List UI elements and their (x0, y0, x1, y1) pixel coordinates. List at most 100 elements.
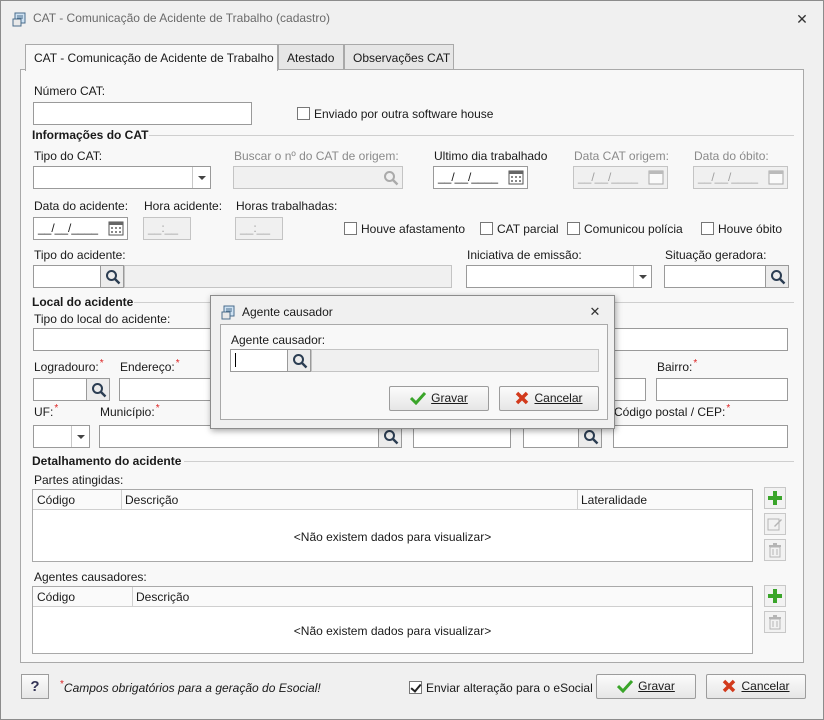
gravar-button[interactable]: Gravar (596, 674, 696, 699)
hora-acidente-value: __:__ (148, 221, 179, 235)
col-descricao[interactable]: Descrição (125, 493, 178, 507)
agentes-delete-button[interactable] (764, 611, 786, 633)
situacao-search-button[interactable] (765, 265, 789, 288)
tab-atestado[interactable]: Atestado (278, 44, 344, 70)
horas-trab-input[interactable]: __:__ (235, 217, 283, 240)
logradouro-code-input[interactable] (33, 378, 87, 401)
close-icon[interactable]: ✕ (794, 11, 810, 27)
data-origem-label: Data CAT origem: (574, 149, 669, 163)
close-icon[interactable]: ✕ (587, 304, 603, 320)
comunicou-policia-box[interactable] (567, 222, 580, 235)
col-descricao[interactable]: Descrição (136, 590, 189, 604)
partes-delete-button[interactable] (764, 539, 786, 561)
calendar-icon[interactable] (508, 169, 524, 185)
enviar-esocial-box[interactable] (409, 681, 422, 694)
tab-observacoes[interactable]: Observações CAT (344, 44, 454, 70)
help-button[interactable]: ? (21, 674, 49, 699)
enviado-checkbox-label: Enviado por outra software house (314, 107, 494, 121)
endereco-label-text: Endereço: (120, 360, 175, 374)
search-icon[interactable] (383, 170, 399, 186)
houve-afastamento-checkbox[interactable]: Houve afastamento (344, 222, 465, 236)
col-divider (121, 490, 122, 510)
iniciativa-select[interactable] (466, 265, 652, 288)
section-divider (184, 461, 794, 462)
agente-causador-code-input[interactable] (230, 349, 288, 372)
houve-obito-checkbox[interactable]: Houve óbito (701, 222, 782, 236)
agentes-empty-text: <Não existem dados para visualizar> (293, 624, 492, 638)
cat-window: CAT - Comunicação de Acidente de Trabalh… (0, 0, 824, 720)
window-title: CAT - Comunicação de Acidente de Trabalh… (33, 11, 331, 25)
comunicou-policia-label: Comunicou polícia (584, 222, 683, 236)
data-obito-input[interactable]: __/__/____ (693, 166, 788, 189)
data-origem-input[interactable]: __/__/____ (573, 166, 668, 189)
calendar-icon[interactable] (108, 220, 124, 236)
enviar-esocial-checkbox[interactable]: Enviar alteração para o eSocial (409, 681, 593, 695)
hora-acidente-input[interactable]: __:__ (143, 217, 191, 240)
dialog-cancelar-button[interactable]: Cancelar (499, 386, 599, 411)
cancelar-button[interactable]: Cancelar (706, 674, 806, 699)
uf-label: UF:* (34, 403, 58, 419)
section-local: Local do acidente (32, 295, 134, 309)
bairro-input[interactable] (656, 378, 788, 401)
dialog-title: Agente causador (242, 305, 333, 319)
tipo-acidente-label: Tipo do acidente: (34, 248, 126, 262)
cep-input[interactable] (613, 425, 788, 448)
cancel-x-icon (516, 391, 529, 405)
data-origem-value: __/__/____ (578, 170, 639, 184)
col-divider (577, 490, 578, 510)
plus-icon (768, 589, 782, 603)
houve-afastamento-box[interactable] (344, 222, 357, 235)
partes-edit-button[interactable] (764, 513, 786, 535)
trash-icon (769, 543, 781, 558)
numero-cat-input[interactable] (33, 102, 252, 125)
situacao-code-input[interactable] (664, 265, 766, 288)
cat-parcial-box[interactable] (480, 222, 493, 235)
col-codigo[interactable]: Código (37, 493, 75, 507)
tipo-acidente-code-input[interactable] (33, 265, 101, 288)
buscar-cat-input[interactable] (233, 166, 403, 189)
text-cursor (235, 353, 236, 367)
chevron-down-icon[interactable] (192, 167, 210, 188)
tab-cat-label: CAT - Comunicação de Acidente de Trabalh… (34, 51, 274, 65)
partes-add-button[interactable] (764, 487, 786, 509)
houve-obito-box[interactable] (701, 222, 714, 235)
calendar-icon[interactable] (768, 169, 784, 185)
tab-cat[interactable]: CAT - Comunicação de Acidente de Trabalh… (25, 44, 278, 71)
dialog-gravar-button[interactable]: Gravar (389, 386, 489, 411)
logradouro-search-button[interactable] (86, 378, 110, 401)
col-divider (132, 587, 133, 607)
dialog-cancelar-label: Cancelar (534, 391, 583, 405)
search-icon (771, 270, 786, 285)
tipo-acidente-search-button[interactable] (100, 265, 124, 288)
chevron-down-icon[interactable] (71, 426, 89, 447)
app-icon (12, 12, 26, 27)
title-bar: CAT - Comunicação de Acidente de Trabalh… (1, 1, 823, 35)
col-codigo[interactable]: Código (37, 590, 75, 604)
agente-causador-search-button[interactable] (287, 349, 311, 372)
partes-empty-text: <Não existem dados para visualizar> (293, 530, 492, 544)
partes-grid[interactable]: Código Descrição Lateralidade <Não exist… (32, 489, 753, 562)
required-footnote: *Campos obrigatórios para a geração do E… (59, 679, 321, 695)
data-acidente-input[interactable]: __/__/____ (33, 217, 128, 240)
enviado-checkbox-box[interactable] (297, 107, 310, 120)
comunicou-policia-checkbox[interactable]: Comunicou polícia (567, 222, 683, 236)
required-mark: * (60, 679, 64, 690)
cat-parcial-checkbox[interactable]: CAT parcial (480, 222, 559, 236)
agente-causador-label: Agente causador: (231, 333, 326, 347)
cat-parcial-label: CAT parcial (497, 222, 559, 236)
chevron-down-icon[interactable] (633, 266, 651, 287)
data-obito-value: __/__/____ (698, 170, 759, 184)
endereco-label: Endereço:* (120, 358, 180, 374)
ultimo-dia-input[interactable]: __/__/____ (433, 166, 528, 189)
dialog-gravar-label: Gravar (431, 391, 468, 405)
tipo-cat-select[interactable] (33, 166, 211, 189)
enviado-checkbox[interactable]: Enviado por outra software house (297, 107, 493, 121)
logradouro-label-text: Logradouro: (34, 360, 99, 374)
calendar-icon[interactable] (648, 169, 664, 185)
buscar-cat-label: Buscar o nº do CAT de origem: (234, 149, 399, 163)
search-icon (584, 430, 599, 445)
agentes-grid[interactable]: Código Descrição <Não existem dados para… (32, 586, 753, 654)
uf-select[interactable] (33, 425, 90, 448)
col-lateralidade[interactable]: Lateralidade (581, 493, 647, 507)
agentes-add-button[interactable] (764, 585, 786, 607)
